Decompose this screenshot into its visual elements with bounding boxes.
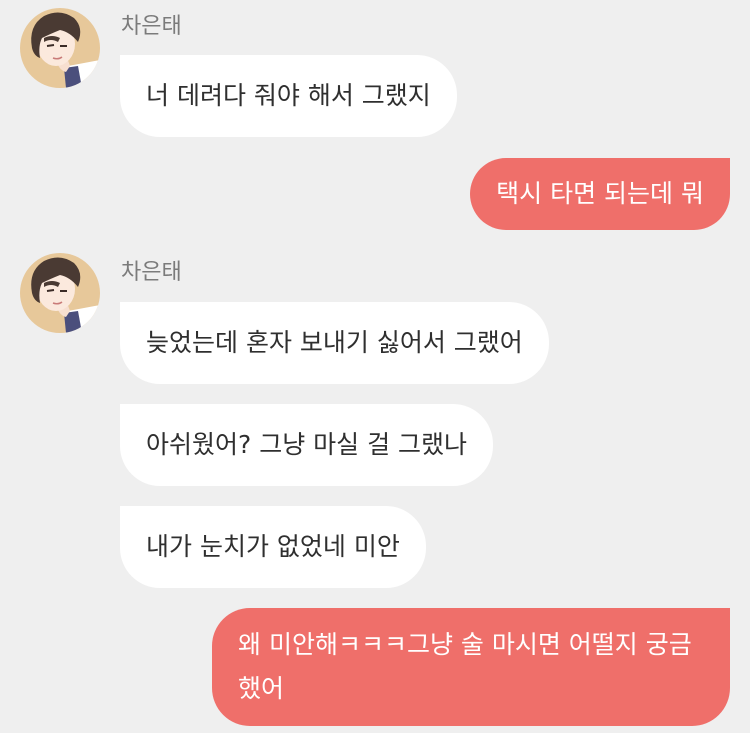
avatar[interactable] xyxy=(20,8,100,88)
sender-name: 차은태 xyxy=(121,14,182,39)
message-bubble-incoming[interactable]: 너 데려다 줘야 해서 그랬지 xyxy=(120,55,457,137)
message-bubble-incoming[interactable]: 늦었는데 혼자 보내기 싫어서 그랬어 xyxy=(120,302,549,384)
avatar[interactable] xyxy=(20,253,100,333)
message-bubble-outgoing[interactable]: 택시 타면 되는데 뭐 xyxy=(470,158,730,230)
message-bubble-incoming[interactable]: 내가 눈치가 없었네 미안 xyxy=(120,506,426,588)
message-bubble-incoming[interactable]: 아쉬웠어? 그냥 마실 걸 그랬나 xyxy=(120,404,494,486)
avatar-illustration xyxy=(20,253,100,333)
sender-name: 차은태 xyxy=(121,260,182,285)
avatar-illustration xyxy=(20,8,100,88)
message-bubble-outgoing[interactable]: 왜 미안해ㅋㅋㅋ그냥 술 마시면 어떨지 궁금했어 xyxy=(212,608,730,726)
